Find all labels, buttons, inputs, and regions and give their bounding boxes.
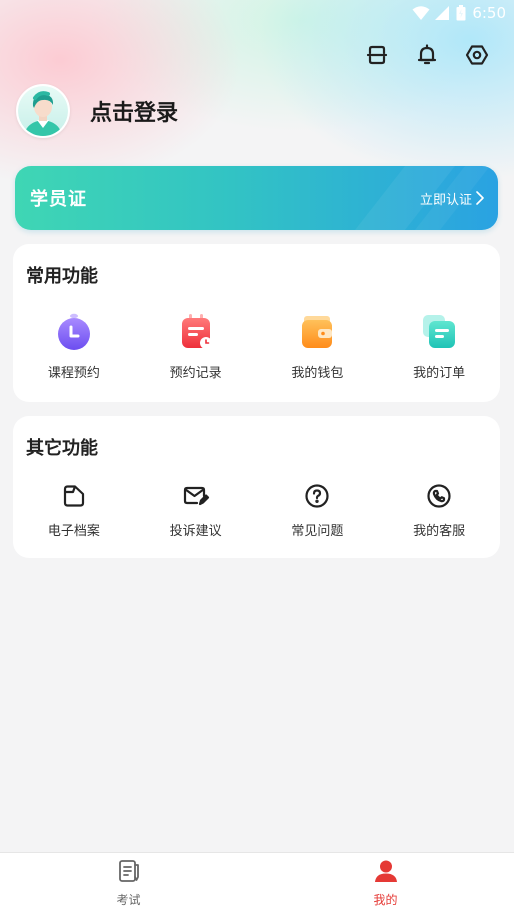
- complaints-label: 投诉建议: [169, 524, 222, 539]
- tab-exam-label: 考试: [116, 892, 141, 907]
- faq-button[interactable]: 常见问题: [257, 482, 379, 539]
- other-functions-card: 其它功能 电子档案 投诉建议 常见问题 我的客服: [13, 416, 500, 558]
- e-archive-button[interactable]: 电子档案: [13, 482, 135, 539]
- course-booking-button[interactable]: 课程预约: [13, 312, 135, 381]
- e-archive-label: 电子档案: [47, 524, 100, 539]
- other-functions-title: 其它功能: [26, 438, 98, 459]
- common-functions-title: 常用功能: [26, 266, 98, 287]
- wallet-icon: [297, 312, 337, 352]
- wifi-icon: [412, 5, 430, 21]
- booking-records-label: 预约记录: [169, 366, 222, 381]
- student-card-banner[interactable]: 学员证 立即认证: [15, 166, 498, 230]
- phone-icon: [425, 482, 453, 510]
- battery-icon: [456, 5, 466, 21]
- my-wallet-button[interactable]: 我的钱包: [257, 312, 379, 381]
- bottom-nav: 考试 我的: [0, 852, 514, 912]
- my-orders-label: 我的订单: [413, 366, 466, 381]
- order-list-icon: [419, 312, 459, 352]
- other-functions-grid: 电子档案 投诉建议 常见问题 我的客服: [13, 482, 500, 539]
- mail-edit-icon: [182, 482, 210, 510]
- folder-icon: [60, 482, 88, 510]
- top-actions: [364, 42, 490, 68]
- course-booking-label: 课程预约: [47, 366, 100, 381]
- student-card-title: 学员证: [30, 189, 87, 210]
- my-wallet-label: 我的钱包: [291, 366, 344, 381]
- exam-icon: [116, 858, 142, 888]
- user-icon: [373, 858, 399, 888]
- customer-service-button[interactable]: 我的客服: [378, 482, 500, 539]
- common-functions-grid: 课程预约 预约记录 我的钱包 我的订单: [13, 312, 500, 381]
- signal-icon: [434, 5, 450, 21]
- clock-icon: [54, 312, 94, 352]
- profile-section[interactable]: 点击登录: [16, 84, 178, 138]
- calendar-record-icon: [176, 312, 216, 352]
- my-orders-button[interactable]: 我的订单: [378, 312, 500, 381]
- complaints-button[interactable]: 投诉建议: [135, 482, 257, 539]
- booking-records-button[interactable]: 预约记录: [135, 312, 257, 381]
- status-time: 6:50: [472, 4, 506, 22]
- avatar[interactable]: [16, 84, 70, 138]
- question-icon: [303, 482, 331, 510]
- login-prompt[interactable]: 点击登录: [90, 95, 178, 127]
- tab-mine-label: 我的: [373, 892, 398, 907]
- settings-icon[interactable]: [464, 42, 490, 68]
- bell-icon[interactable]: [414, 42, 440, 68]
- common-functions-card: 常用功能 课程预约 预约记录 我的钱包 我的订单: [13, 244, 500, 402]
- banner-decoration: [355, 166, 490, 230]
- customer-service-label: 我的客服: [413, 524, 466, 539]
- tab-mine[interactable]: 我的: [257, 853, 514, 912]
- status-bar: 6:50: [412, 0, 506, 26]
- scan-icon[interactable]: [364, 42, 390, 68]
- faq-label: 常见问题: [291, 524, 344, 539]
- tab-exam[interactable]: 考试: [0, 853, 257, 912]
